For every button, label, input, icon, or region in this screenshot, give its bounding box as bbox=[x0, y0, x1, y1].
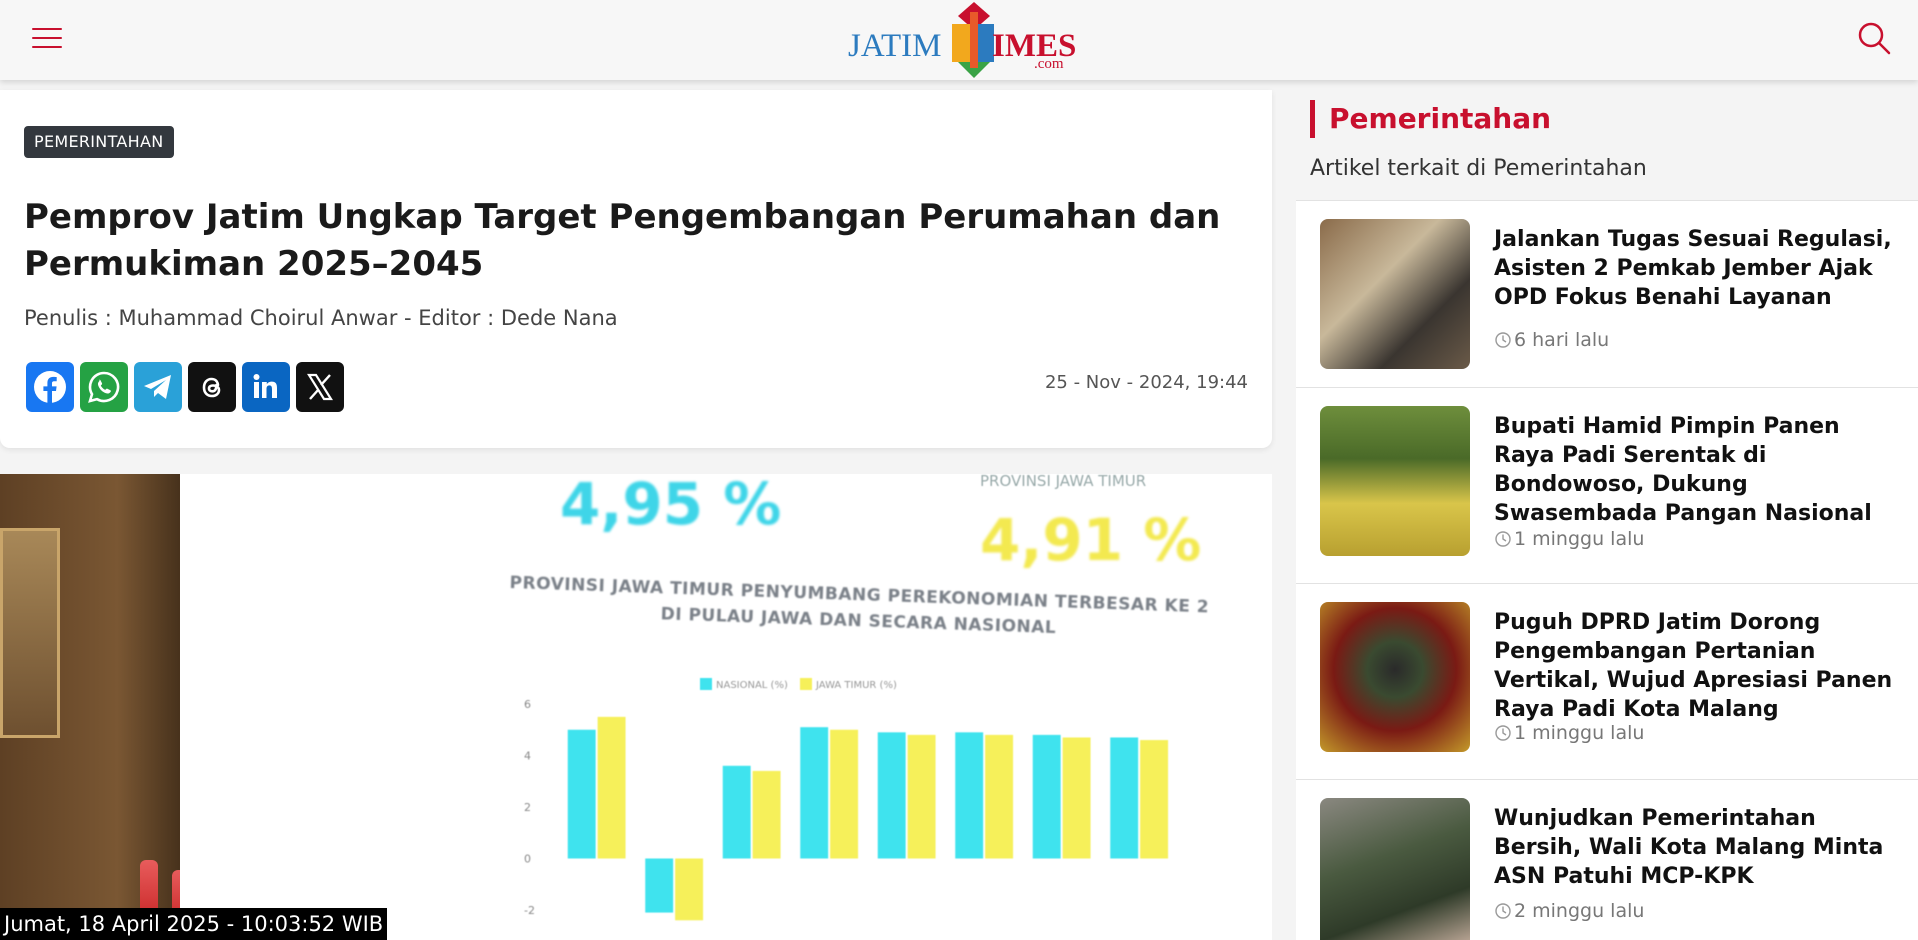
related-article-title[interactable]: Wunjudkan Pemerintahan Bersih, Wali Kota… bbox=[1494, 804, 1894, 891]
related-article-time: 1 minggu lalu bbox=[1494, 528, 1644, 550]
article-hero-image: 4,95 % PROVINSI JAWA TIMUR 4,91 % PROVIN… bbox=[0, 474, 1272, 940]
chart-bar bbox=[1140, 740, 1169, 859]
chart-bar bbox=[955, 732, 984, 859]
chart-bar bbox=[985, 734, 1014, 859]
facebook-icon bbox=[34, 371, 66, 403]
article-title: Pemprov Jatim Ungkap Target Pengembangan… bbox=[24, 197, 1221, 284]
logo-text-jatim: JATIM bbox=[848, 28, 942, 64]
legend-label: JAWA TIMUR (%) bbox=[815, 680, 897, 691]
related-article-thumbnail bbox=[1320, 798, 1470, 940]
telegram-icon bbox=[144, 375, 171, 399]
stat-national: 4,95 % bbox=[560, 474, 782, 538]
chart-bar bbox=[1062, 737, 1091, 859]
clock-icon bbox=[1495, 332, 1511, 348]
article-byline: Penulis : Muhammad Choirul Anwar - Edito… bbox=[24, 306, 618, 330]
datetime-overlay: Jumat, 18 April 2025 - 10:03:52 WIB bbox=[0, 908, 388, 940]
legend-label: NASIONAL (%) bbox=[716, 680, 788, 691]
chart-bar bbox=[597, 716, 626, 859]
facebook-share-button[interactable] bbox=[26, 362, 74, 412]
chart-bar bbox=[645, 858, 674, 913]
sidebar-subheading: Artikel terkait di Pemerintahan bbox=[1310, 156, 1647, 181]
chart-bar bbox=[1110, 737, 1139, 859]
chart-bar bbox=[877, 732, 906, 859]
related-article-item[interactable]: Jalankan Tugas Sesuai Regulasi, Asisten … bbox=[1296, 200, 1918, 387]
related-article-title[interactable]: Puguh DPRD Jatim Dorong Pengembangan Per… bbox=[1494, 608, 1894, 724]
related-article-time-text: 1 minggu lalu bbox=[1514, 722, 1645, 744]
chart-bar bbox=[830, 729, 859, 859]
related-sidebar: Pemerintahan Artikel terkait di Pemerint… bbox=[1296, 90, 1918, 940]
related-article-item[interactable]: Bupati Hamid Pimpin Panen Raya Padi Sere… bbox=[1296, 387, 1918, 583]
related-article-title[interactable]: Jalankan Tugas Sesuai Regulasi, Asisten … bbox=[1494, 225, 1894, 312]
chart-heading: PROVINSI JAWA TIMUR PENYUMBANG PEREKONOM… bbox=[509, 572, 1210, 639]
logo-domain-suffix: .com bbox=[1034, 56, 1064, 72]
stat-jatim-label: PROVINSI JAWA TIMUR bbox=[980, 474, 1147, 490]
whatsapp-share-button[interactable] bbox=[80, 362, 128, 412]
chart-bar bbox=[722, 765, 751, 859]
share-buttons bbox=[26, 362, 344, 414]
stat-jatim: 4,91 % bbox=[980, 506, 1202, 574]
legend-swatch bbox=[800, 678, 812, 690]
chart-bar bbox=[800, 727, 829, 859]
chart-bar bbox=[1032, 734, 1061, 859]
related-article-item[interactable]: Puguh DPRD Jatim Dorong Pengembangan Per… bbox=[1296, 583, 1918, 779]
related-article-time: 6 hari lalu bbox=[1494, 329, 1609, 351]
y-tick-label: 6 bbox=[524, 698, 531, 711]
sidebar-heading: Pemerintahan bbox=[1310, 100, 1551, 138]
related-article-time-text: 2 minggu lalu bbox=[1514, 900, 1645, 922]
telegram-share-button[interactable] bbox=[134, 362, 182, 412]
chart-bar bbox=[907, 734, 936, 859]
y-tick-label: 4 bbox=[524, 750, 531, 763]
chart-bar bbox=[752, 770, 781, 859]
related-article-thumbnail bbox=[1320, 219, 1470, 369]
site-header: JATIM IMES .com bbox=[0, 0, 1918, 80]
related-articles-list: Jalankan Tugas Sesuai Regulasi, Asisten … bbox=[1296, 200, 1918, 940]
chart-bar bbox=[675, 858, 704, 921]
clock-icon bbox=[1495, 725, 1511, 741]
y-tick-label: -2 bbox=[524, 904, 535, 917]
whatsapp-icon bbox=[88, 371, 120, 403]
related-article-time-text: 1 minggu lalu bbox=[1514, 528, 1645, 550]
hero-photo-left bbox=[0, 474, 196, 940]
y-tick-label: 0 bbox=[524, 853, 531, 866]
search-icon[interactable] bbox=[1856, 20, 1892, 56]
category-badge[interactable]: PEMERINTAHAN bbox=[24, 126, 174, 158]
linkedin-share-button[interactable] bbox=[242, 362, 290, 412]
related-article-thumbnail bbox=[1320, 406, 1470, 556]
article-header-card: PEMERINTAHAN Pemprov Jatim Ungkap Target… bbox=[0, 90, 1272, 448]
threads-share-button[interactable] bbox=[188, 362, 236, 412]
publish-date: 25 - Nov - 2024, 19:44 bbox=[1044, 372, 1248, 393]
y-tick-label: 2 bbox=[524, 801, 531, 814]
hero-slide: 4,95 % PROVINSI JAWA TIMUR 4,91 % PROVIN… bbox=[180, 474, 1272, 940]
related-article-time-text: 6 hari lalu bbox=[1514, 329, 1610, 351]
site-logo[interactable]: JATIM IMES .com bbox=[848, 2, 1076, 78]
related-article-thumbnail bbox=[1320, 602, 1470, 752]
clock-icon bbox=[1495, 903, 1511, 919]
hamburger-icon[interactable] bbox=[32, 28, 62, 50]
related-article-time: 1 minggu lalu bbox=[1494, 722, 1644, 744]
related-article-time: 2 minggu lalu bbox=[1494, 900, 1644, 922]
linkedin-icon bbox=[253, 374, 277, 398]
legend-swatch bbox=[700, 678, 712, 690]
x-icon bbox=[307, 373, 333, 401]
growth-bar-chart: NASIONAL (%) JAWA TIMUR (%) 6 4 2 0 -2 bbox=[524, 678, 1169, 921]
related-article-title[interactable]: Bupati Hamid Pimpin Panen Raya Padi Sere… bbox=[1494, 412, 1894, 528]
related-article-item[interactable]: Wunjudkan Pemerintahan Bersih, Wali Kota… bbox=[1296, 779, 1918, 940]
x-share-button[interactable] bbox=[296, 362, 344, 412]
threads-icon bbox=[202, 377, 221, 398]
clock-icon bbox=[1495, 531, 1511, 547]
chart-bar bbox=[567, 729, 596, 859]
